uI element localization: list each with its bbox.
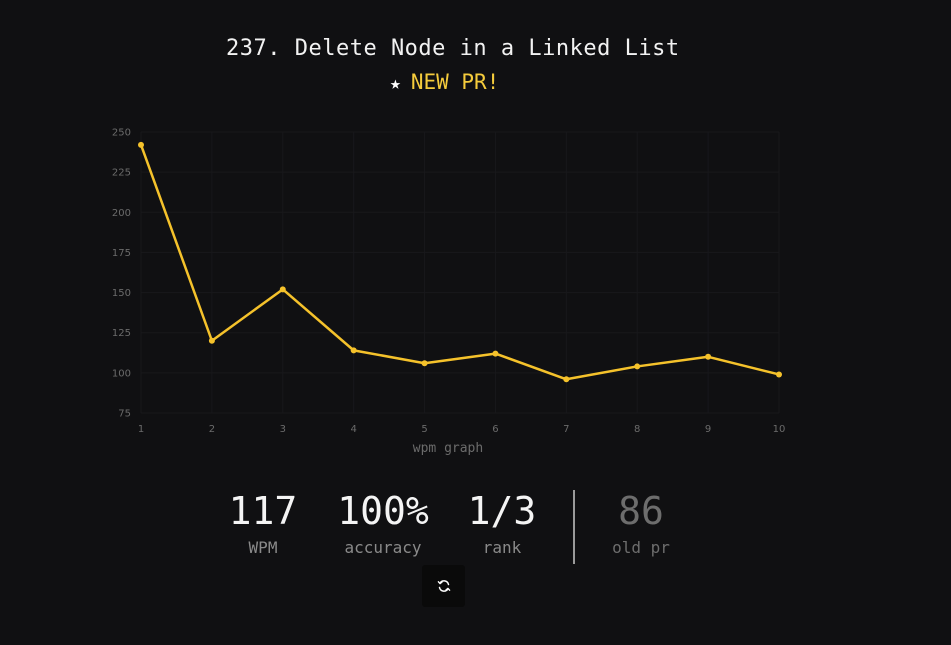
y-tick-label: 225 xyxy=(112,168,131,179)
data-point xyxy=(634,363,641,370)
old-pr-value: 86 xyxy=(618,489,664,533)
old-pr-label: old pr xyxy=(612,538,670,557)
y-tick-label: 150 xyxy=(112,288,131,299)
old-pr-stat: 86 old pr xyxy=(576,488,706,557)
data-point xyxy=(776,371,782,378)
data-point xyxy=(279,286,286,293)
x-tick-label: 8 xyxy=(634,424,640,435)
y-tick-label: 175 xyxy=(112,248,131,259)
x-tick-label: 4 xyxy=(350,424,356,435)
accuracy-value: 100% xyxy=(337,489,429,533)
y-tick-label: 100 xyxy=(112,368,131,379)
x-axis-label: wpm graph xyxy=(413,441,483,456)
x-tick-label: 6 xyxy=(492,424,498,435)
accuracy-stat: 100% accuracy xyxy=(318,488,448,557)
x-tick-label: 7 xyxy=(563,424,569,435)
rank-stat: 1/3 rank xyxy=(437,488,567,557)
refresh-icon xyxy=(437,580,450,592)
y-tick-label: 200 xyxy=(112,208,131,219)
y-tick-label: 75 xyxy=(118,409,131,420)
data-point xyxy=(208,337,215,344)
wpm-stat: 117 WPM xyxy=(198,488,328,557)
wpm-series-line xyxy=(139,143,781,381)
x-tick-label: 10 xyxy=(773,424,786,435)
data-point xyxy=(705,353,712,360)
x-tick-label: 5 xyxy=(421,424,427,435)
data-point xyxy=(563,376,570,383)
restart-button[interactable] xyxy=(422,565,465,607)
data-point xyxy=(421,360,428,367)
x-tick-label: 3 xyxy=(280,424,286,435)
x-tick-label: 1 xyxy=(138,424,144,435)
rank-value: 1/3 xyxy=(467,489,537,533)
wpm-label: WPM xyxy=(248,538,278,557)
accuracy-label: accuracy xyxy=(344,538,422,557)
x-tick-label: 9 xyxy=(705,424,711,435)
wpm-chart: 75 100 125 150 175 200 225 250 1 2 3 4 5 6 7 8 9 10 wpm gr… xyxy=(112,128,786,457)
y-tick-label: 125 xyxy=(112,328,131,339)
x-tick-label: 2 xyxy=(209,424,215,435)
data-point xyxy=(350,347,357,354)
stats-divider xyxy=(573,490,575,564)
data-point xyxy=(138,141,144,148)
rank-label: rank xyxy=(482,538,522,557)
data-point xyxy=(492,350,499,357)
y-tick-label: 250 xyxy=(112,128,131,139)
wpm-value: 117 xyxy=(228,489,298,533)
